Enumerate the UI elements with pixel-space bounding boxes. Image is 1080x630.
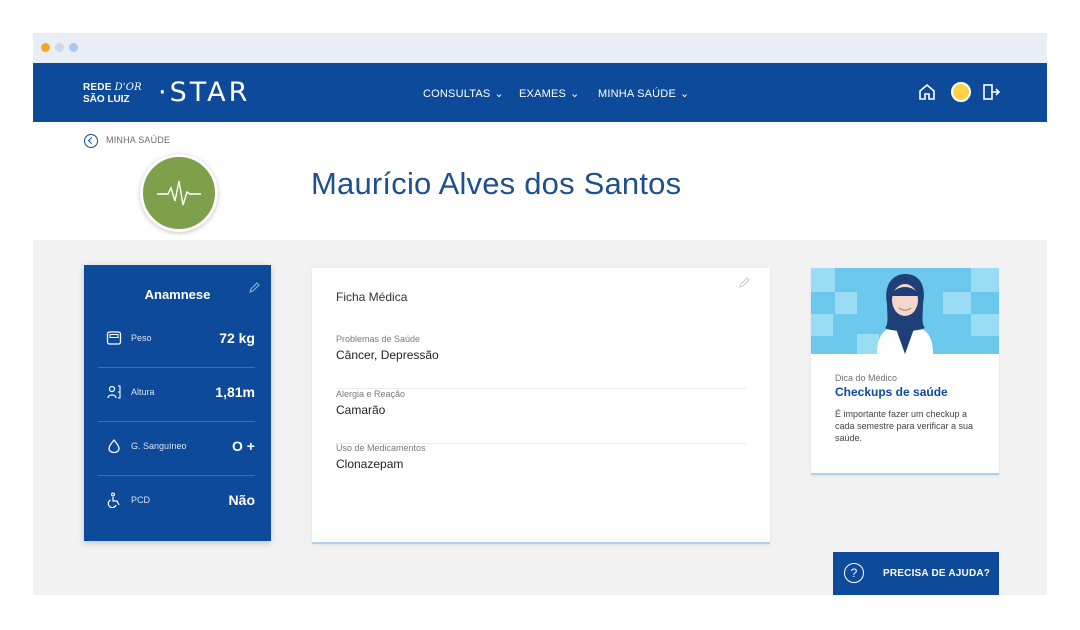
anamnese-title: Anamnese [144, 287, 211, 302]
doctor-icon [811, 268, 999, 354]
medicamentos-label: Uso de Medicamentos [336, 443, 426, 453]
pcd-value: Não [228, 492, 255, 508]
window-close-dot[interactable] [41, 43, 50, 52]
ficha-title: Ficha Médica [336, 290, 408, 304]
chevron-down-icon: ⌄ [680, 88, 690, 100]
logout-icon[interactable] [980, 81, 1002, 103]
ficha-medica-card: Ficha Médica Problemas de Saúde Câncer, … [312, 268, 770, 544]
menu-consultas-label: CONSULTAS [423, 88, 491, 100]
sangue-label: G. Sanguíneo [131, 441, 187, 451]
alergia-value: Camarão [336, 403, 386, 417]
top-navbar: REDE D'OR SÃO LUIZ ·STAR CONSULTAS ⌄ EXAM… [33, 63, 1047, 122]
window-maximize-dot[interactable] [69, 43, 78, 52]
alergia-label: Alergia e Reação [336, 389, 406, 399]
edit-pencil-icon[interactable] [248, 282, 260, 294]
chevron-down-icon: ⌄ [494, 88, 504, 100]
back-arrow-icon[interactable] [84, 134, 98, 148]
doctor-illustration [811, 268, 999, 354]
anamnese-card: Anamnese Peso 72 kg Altura 1,81m G. Sang… [84, 265, 271, 541]
breadcrumb[interactable]: MINHA SAÚDE [106, 135, 170, 145]
field-problemas-saude: Problemas de Saúde Câncer, Depressão [336, 334, 746, 389]
sangue-value: O + [232, 438, 255, 454]
peso-value: 72 kg [219, 330, 255, 346]
altura-label: Altura [131, 387, 155, 397]
anamnese-row-peso: Peso 72 kg [98, 313, 255, 368]
altura-value: 1,81m [215, 384, 255, 400]
logo-text-dor: D'OR [114, 82, 142, 93]
anamnese-row-altura: Altura 1,81m [98, 367, 255, 422]
blood-drop-icon [108, 438, 120, 454]
anamnese-row-sangue: G. Sanguíneo O + [98, 421, 255, 476]
scale-icon [106, 331, 122, 345]
edit-pencil-icon[interactable] [738, 277, 750, 289]
dica-heading: Checkups de saúde [835, 385, 948, 399]
pcd-label: PCD [131, 495, 151, 505]
menu-minha-saude-label: MINHA SAÚDE [598, 88, 676, 100]
help-button[interactable]: ? PRECISA DE AJUDA? [833, 552, 999, 595]
menu-exames-label: EXAMES [519, 88, 567, 100]
peso-label: Peso [131, 333, 152, 343]
window-minimize-dot[interactable] [55, 43, 64, 52]
logo-text-rede: REDE [83, 82, 112, 93]
patient-name: Maurício Alves dos Santos [311, 166, 682, 201]
field-medicamentos: Uso de Medicamentos Clonazepam [336, 443, 746, 497]
question-icon: ? [844, 563, 864, 583]
logo-rede-dor: REDE D'OR [83, 82, 142, 93]
dica-label: Dica do Médico [835, 373, 898, 383]
anamnese-row-pcd: PCD Não [98, 475, 255, 529]
help-label: PRECISA DE AJUDA? [883, 568, 991, 579]
dica-body: É importante fazer um checkup a cada sem… [835, 409, 974, 443]
chevron-down-icon: ⌄ [570, 88, 580, 100]
logo-star[interactable]: ·STAR [158, 78, 250, 108]
logo-sao-luiz: SÃO LUIZ [83, 94, 130, 105]
menu-minha-saude[interactable]: MINHA SAÚDE ⌄ [598, 87, 689, 100]
browser-window: REDE D'OR SÃO LUIZ ·STAR CONSULTAS ⌄ EXAM… [33, 33, 1047, 595]
problemas-value: Câncer, Depressão [336, 348, 439, 362]
home-icon[interactable] [916, 81, 938, 103]
menu-exames[interactable]: EXAMES ⌄ [519, 87, 579, 100]
dica-medico-card[interactable]: Dica do Médico Checkups de saúde É impor… [811, 268, 999, 475]
profile-avatar [140, 154, 218, 232]
browser-chrome [33, 33, 1047, 63]
menu-consultas[interactable]: CONSULTAS ⌄ [423, 87, 504, 100]
height-icon [107, 385, 121, 399]
user-avatar[interactable] [951, 82, 971, 102]
field-alergia: Alergia e Reação Camarão [336, 389, 746, 444]
medicamentos-value: Clonazepam [336, 457, 404, 471]
problemas-label: Problemas de Saúde [336, 334, 421, 344]
heartbeat-icon [157, 180, 201, 206]
wheelchair-icon [107, 492, 120, 508]
profile-header: MINHA SAÚDE Maurício Alves dos Santos [33, 122, 1047, 240]
